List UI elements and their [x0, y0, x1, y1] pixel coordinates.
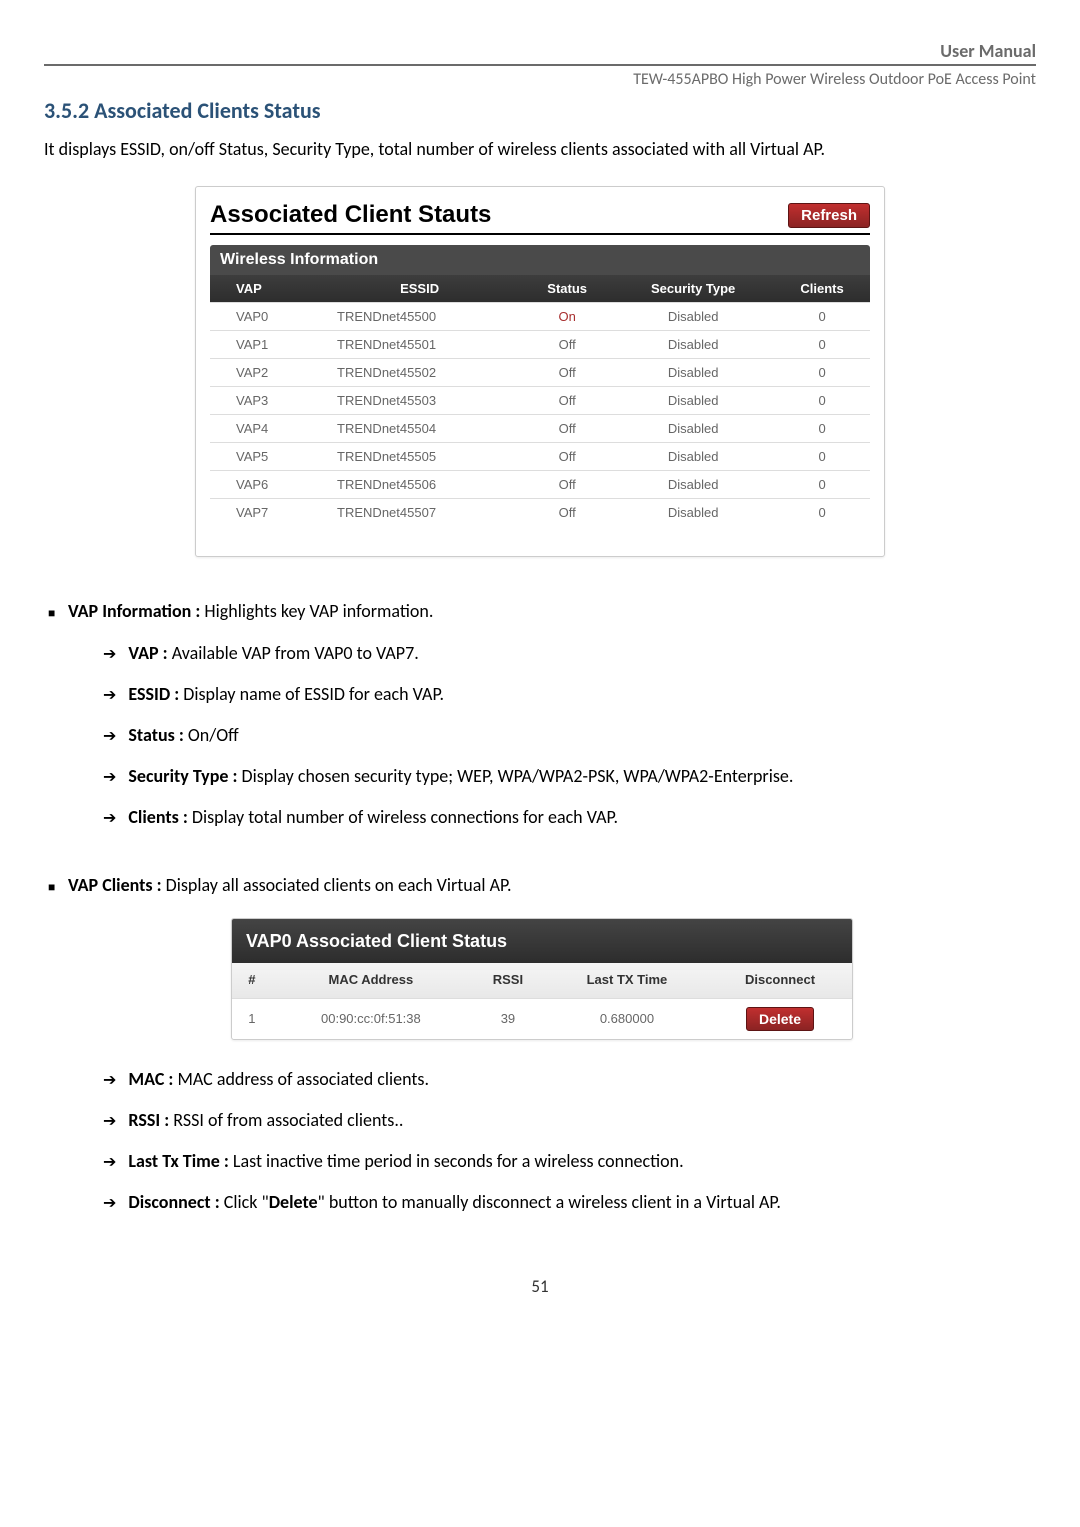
cell-vap: VAP5	[210, 443, 317, 471]
list-item: ESSID : Display name of ESSID for each V…	[103, 681, 1036, 708]
cell-rssi: 39	[470, 999, 546, 1040]
delete-button[interactable]: Delete	[746, 1007, 814, 1031]
table-row: VAP0TRENDnet45500OnDisabled0	[210, 303, 870, 331]
table-row: 1 00:90:cc:0f:51:38 39 0.680000 Delete	[232, 999, 852, 1040]
cell-status: On	[522, 303, 612, 331]
col-lasttx: Last TX Time	[546, 963, 708, 998]
cell-status: Off	[522, 499, 612, 527]
list-item: Security Type : Display chosen security …	[103, 763, 1036, 790]
cell-essid: TRENDnet45507	[317, 499, 522, 527]
header-divider	[44, 64, 1036, 66]
associated-clients-panel: Associated Client Stauts Refresh Wireles…	[195, 186, 885, 557]
list-item: VAP : Available VAP from VAP0 to VAP7.	[103, 640, 1036, 667]
cell-clients: 0	[774, 415, 870, 443]
page-number: 51	[44, 1276, 1036, 1297]
cell-status: Off	[522, 359, 612, 387]
cell-essid: TRENDnet45506	[317, 471, 522, 499]
table-row: VAP5TRENDnet45505OffDisabled0	[210, 443, 870, 471]
list-item: Disconnect : Click "Delete" button to ma…	[103, 1189, 1036, 1216]
vap-clients-bold: VAP Clients :	[68, 874, 162, 896]
cell-vap: VAP1	[210, 331, 317, 359]
vap-information-item: VAP Information : Highlights key VAP inf…	[48, 597, 1036, 831]
cell-essid: TRENDnet45504	[317, 415, 522, 443]
table-row: VAP4TRENDnet45504OffDisabled0	[210, 415, 870, 443]
table-row: VAP1TRENDnet45501OffDisabled0	[210, 331, 870, 359]
cell-status: Off	[522, 443, 612, 471]
col-rssi: RSSI	[470, 963, 546, 998]
col-mac: MAC Address	[272, 963, 470, 998]
col-num: #	[232, 963, 272, 998]
panel2-title: VAP0 Associated Client Status	[232, 919, 852, 964]
list-item: MAC : MAC address of associated clients.	[103, 1066, 1036, 1093]
cell-clients: 0	[774, 443, 870, 471]
cell-clients: 0	[774, 471, 870, 499]
table-row: VAP3TRENDnet45503OffDisabled0	[210, 387, 870, 415]
cell-vap: VAP6	[210, 471, 317, 499]
cell-security: Disabled	[612, 415, 774, 443]
cell-clients: 0	[774, 331, 870, 359]
table-row: VAP2TRENDnet45502OffDisabled0	[210, 359, 870, 387]
table-row: VAP6TRENDnet45506OffDisabled0	[210, 471, 870, 499]
cell-security: Disabled	[612, 443, 774, 471]
cell-essid: TRENDnet45500	[317, 303, 522, 331]
col-security: Security Type	[612, 275, 774, 303]
list-item: Status : On/Off	[103, 722, 1036, 749]
header-manual: User Manual	[44, 40, 1036, 62]
cell-clients: 0	[774, 387, 870, 415]
cell-num: 1	[232, 999, 272, 1040]
cell-security: Disabled	[612, 303, 774, 331]
cell-status: Off	[522, 415, 612, 443]
list-item: Clients : Display total number of wirele…	[103, 804, 1036, 831]
col-clients: Clients	[774, 275, 870, 303]
cell-status: Off	[522, 387, 612, 415]
col-essid: ESSID	[317, 275, 522, 303]
vap-clients-item: VAP Clients : Display all associated cli…	[48, 871, 1036, 1216]
cell-security: Disabled	[612, 387, 774, 415]
cell-lasttx: 0.680000	[546, 999, 708, 1040]
vap0-client-table: # MAC Address RSSI Last TX Time Disconne…	[232, 963, 852, 1039]
list-item: Last Tx Time : Last inactive time period…	[103, 1148, 1036, 1175]
cell-status: Off	[522, 471, 612, 499]
list-item: RSSI : RSSI of from associated clients..	[103, 1107, 1036, 1134]
cell-clients: 0	[774, 303, 870, 331]
header-device: TEW-455APBO High Power Wireless Outdoor …	[44, 70, 1036, 89]
cell-security: Disabled	[612, 499, 774, 527]
refresh-button[interactable]: Refresh	[788, 203, 870, 228]
vap-info-bold: VAP Information :	[68, 600, 200, 622]
cell-vap: VAP0	[210, 303, 317, 331]
col-status: Status	[522, 275, 612, 303]
cell-vap: VAP7	[210, 499, 317, 527]
cell-vap: VAP4	[210, 415, 317, 443]
cell-security: Disabled	[612, 359, 774, 387]
wireless-info-subtitle: Wireless Information	[210, 245, 870, 275]
vap0-client-panel: VAP0 Associated Client Status # MAC Addr…	[231, 918, 853, 1041]
cell-essid: TRENDnet45503	[317, 387, 522, 415]
cell-mac: 00:90:cc:0f:51:38	[272, 999, 470, 1040]
cell-essid: TRENDnet45502	[317, 359, 522, 387]
section-title: 3.5.2 Associated Clients Status	[44, 97, 1036, 124]
vap-clients-rest: Display all associated clients on each V…	[162, 874, 512, 896]
intro-text: It displays ESSID, on/off Status, Securi…	[44, 138, 1036, 160]
col-vap: VAP	[210, 275, 317, 303]
vap-info-rest: Highlights key VAP information.	[200, 600, 433, 622]
panel-title: Associated Client Stauts	[210, 201, 491, 229]
cell-clients: 0	[774, 359, 870, 387]
cell-security: Disabled	[612, 471, 774, 499]
cell-clients: 0	[774, 499, 870, 527]
cell-essid: TRENDnet45505	[317, 443, 522, 471]
table-row: VAP7TRENDnet45507OffDisabled0	[210, 499, 870, 527]
cell-vap: VAP2	[210, 359, 317, 387]
cell-security: Disabled	[612, 331, 774, 359]
cell-essid: TRENDnet45501	[317, 331, 522, 359]
col-disconnect: Disconnect	[708, 963, 852, 998]
cell-vap: VAP3	[210, 387, 317, 415]
vap-table: VAP ESSID Status Security Type Clients V…	[210, 275, 870, 526]
cell-status: Off	[522, 331, 612, 359]
